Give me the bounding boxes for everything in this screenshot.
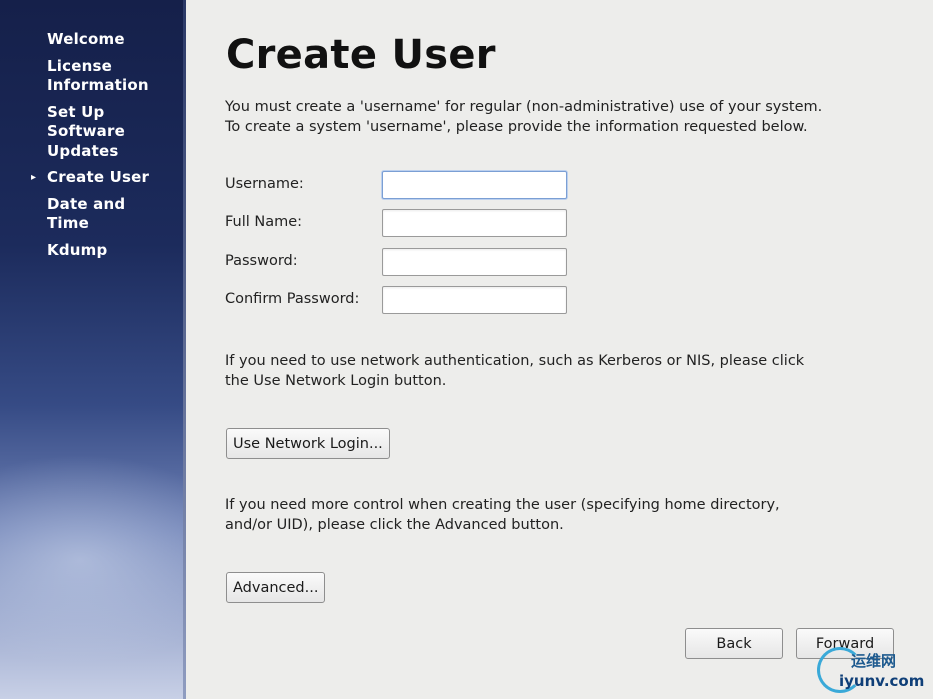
sidebar: Welcome License Information Set Up Softw… xyxy=(0,0,186,699)
network-login-text: If you need to use network authenticatio… xyxy=(225,353,805,389)
sidebar-nav: Welcome License Information Set Up Softw… xyxy=(0,30,186,267)
sidebar-item-label: License Information xyxy=(47,56,149,95)
username-input[interactable] xyxy=(382,171,567,199)
full-name-row: Full Name: xyxy=(225,209,585,237)
advanced-text: If you need more control when creating t… xyxy=(225,497,780,533)
full-name-label: Full Name: xyxy=(225,214,303,230)
advanced-button[interactable]: Advanced... xyxy=(226,572,326,603)
full-name-input[interactable] xyxy=(382,209,567,237)
watermark-logo: 运维网 iyunv.com xyxy=(817,647,927,695)
sidebar-item-label: Welcome xyxy=(47,30,125,48)
sidebar-item-kdump[interactable]: Kdump xyxy=(0,241,137,261)
password-label: Password: xyxy=(225,253,298,269)
password-row: Password: xyxy=(225,248,585,276)
sidebar-item-label: Create User xyxy=(47,168,150,186)
use-network-login-button[interactable]: Use Network Login... xyxy=(226,428,390,459)
watermark-top-text: 运维网 xyxy=(851,652,897,670)
confirm-password-input[interactable] xyxy=(382,286,567,314)
confirm-password-row: Confirm Password: xyxy=(225,286,585,314)
sidebar-item-create-user[interactable]: ▸ Create User xyxy=(0,168,172,188)
watermark-bottom-text: iyunv.com xyxy=(839,672,925,690)
current-step-arrow-icon: ▸ xyxy=(31,172,37,183)
username-label: Username: xyxy=(225,176,304,192)
sidebar-item-label: Date and Time xyxy=(47,194,126,233)
sidebar-item-welcome[interactable]: Welcome xyxy=(0,30,137,50)
sidebar-item-set-up-software-updates[interactable]: Set Up Software Updates xyxy=(0,103,142,162)
page-title: Create User xyxy=(226,32,496,78)
password-input[interactable] xyxy=(382,248,567,276)
sidebar-item-label: Set Up Software Updates xyxy=(47,102,125,160)
sidebar-item-date-and-time[interactable]: Date and Time xyxy=(0,195,137,234)
sidebar-item-license-information[interactable]: License Information xyxy=(0,57,167,96)
confirm-password-label: Confirm Password: xyxy=(225,291,360,307)
intro-text: You must create a 'username' for regular… xyxy=(225,99,823,135)
back-button[interactable]: Back xyxy=(685,628,783,659)
sidebar-item-label: Kdump xyxy=(47,240,108,259)
username-row: Username: xyxy=(225,171,585,199)
create-user-panel: Create User You must create a 'username'… xyxy=(186,0,933,699)
